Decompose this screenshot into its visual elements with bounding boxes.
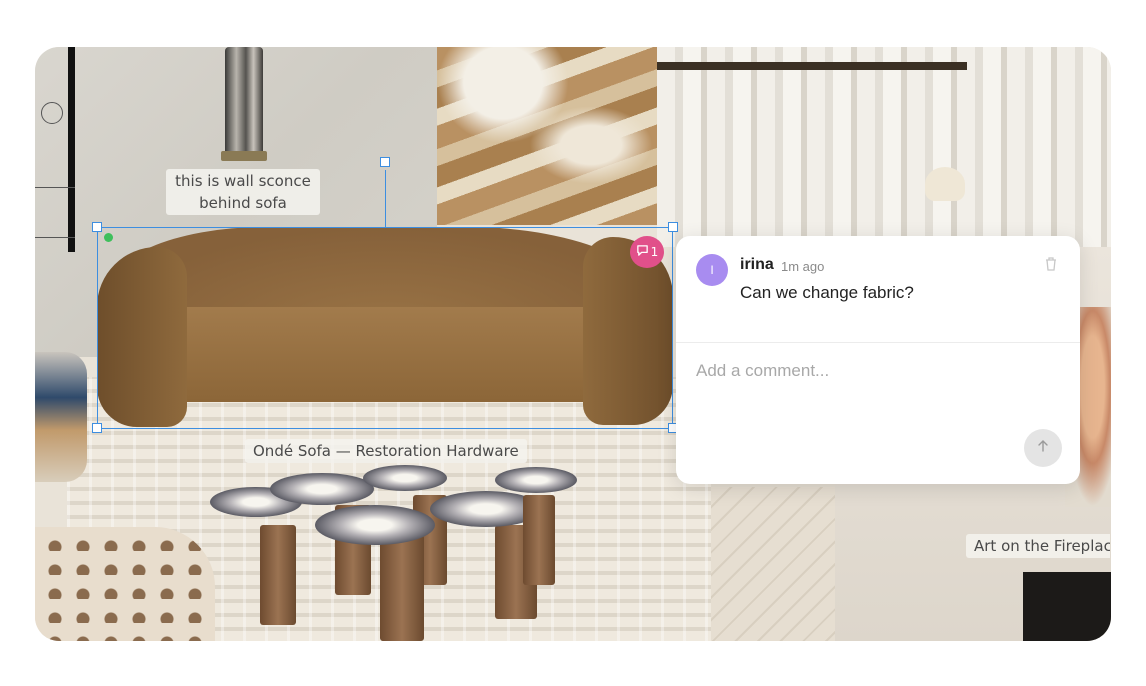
side-tables-image[interactable]: [205, 465, 585, 641]
trash-icon[interactable]: [1044, 256, 1058, 272]
comment-count: 1: [650, 245, 659, 259]
selection-box[interactable]: [97, 227, 673, 429]
art-caption[interactable]: Art on the Fireplac: [966, 534, 1110, 558]
sconce-caption[interactable]: this is wall sconce behind sofa: [166, 169, 320, 215]
sconce-caption-line2: behind sofa: [199, 194, 287, 212]
table-leg: [523, 495, 555, 585]
comment-input[interactable]: [694, 360, 1058, 382]
arrow-up-icon: [1036, 439, 1050, 458]
sofa-caption[interactable]: Ondé Sofa — Restoration Hardware: [245, 439, 527, 463]
stool-image[interactable]: [35, 352, 87, 482]
card-divider: [676, 342, 1080, 343]
fabric-swatch-image[interactable]: [437, 47, 657, 225]
fireplace-image[interactable]: [1023, 572, 1111, 641]
plan-line: [35, 187, 75, 188]
plan-wall: [68, 47, 75, 252]
plan-fixture-symbol: [41, 102, 63, 124]
send-button[interactable]: [1024, 429, 1062, 467]
resize-handle-top-left[interactable]: [92, 222, 102, 232]
plan-line: [35, 237, 75, 238]
avatar: I: [696, 254, 728, 286]
presence-dot: [104, 233, 113, 242]
table-top: [270, 473, 374, 505]
table-top: [363, 465, 447, 491]
comment-message: Can we change fabric?: [740, 283, 914, 302]
table-leg: [380, 535, 424, 641]
wall-sconce-image[interactable]: [221, 47, 267, 161]
rotate-line: [385, 170, 386, 227]
resize-handle-top-right[interactable]: [668, 222, 678, 232]
rotate-handle[interactable]: [380, 157, 390, 167]
comment-author: irina: [740, 256, 774, 273]
armchair-image[interactable]: [35, 527, 215, 641]
floor-lamp: [925, 167, 965, 201]
comment-badge[interactable]: 1: [630, 236, 664, 268]
resize-handle-bottom-left[interactable]: [92, 423, 102, 433]
table-leg: [260, 525, 296, 625]
curtain-rod: [657, 62, 967, 70]
comment-time: 1m ago: [781, 259, 825, 274]
table-top: [495, 467, 577, 493]
herringbone-floor-image[interactable]: [710, 487, 835, 641]
sconce-caption-line1: this is wall sconce: [175, 172, 311, 190]
table-top: [315, 505, 435, 545]
curtains-image[interactable]: [657, 47, 1111, 247]
comment-icon: [636, 244, 649, 260]
comment-card: I irina 1m ago Can we change fabric?: [676, 236, 1080, 484]
